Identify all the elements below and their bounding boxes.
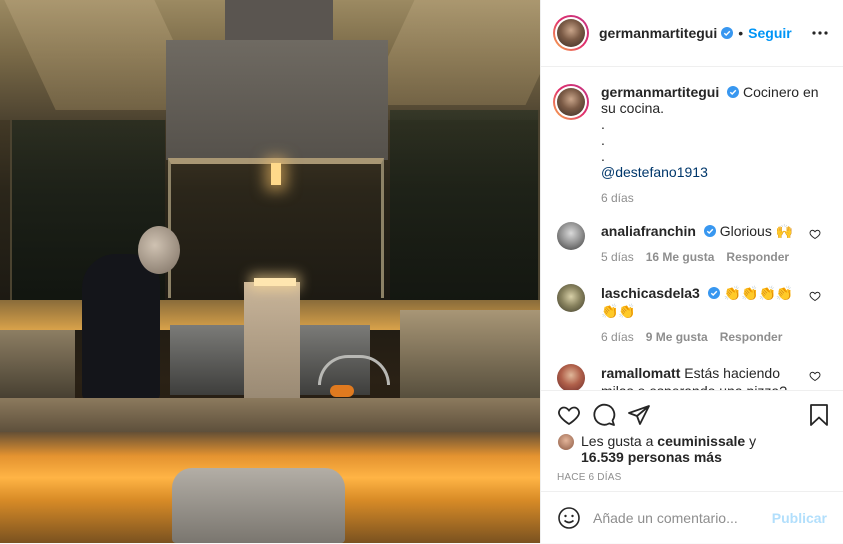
comment-text: Glorious 🙌	[719, 223, 794, 239]
save-bookmark-icon[interactable]	[807, 403, 831, 427]
instagram-post: germanmartitegui • Seguir germanmartiteg…	[0, 0, 843, 543]
author-avatar[interactable]	[553, 15, 589, 51]
like-comment-heart-icon[interactable]	[809, 290, 821, 302]
liker-username[interactable]: ceuminissale	[657, 433, 745, 449]
comment-likes[interactable]: 9 Me gusta	[646, 328, 708, 346]
hood-light	[271, 163, 281, 185]
comment-meta: 5 días 16 Me gusta Responder	[601, 248, 806, 266]
comment-input[interactable]	[593, 510, 763, 526]
commenter-avatar[interactable]	[557, 364, 585, 390]
post-sidebar: germanmartitegui • Seguir germanmartiteg…	[540, 0, 843, 543]
caption-dot: .	[601, 116, 605, 132]
glass-wall-right	[390, 110, 540, 310]
comments-list[interactable]: germanmartitegui Cocinero en su cocina. …	[541, 68, 843, 390]
profile-avatar-icon	[557, 19, 585, 47]
comment: laschicasdela3 👏👏👏👏👏👏 6 días 9 Me gusta …	[557, 284, 831, 346]
caption: germanmartitegui Cocinero en su cocina. …	[553, 84, 831, 206]
separator-dot: •	[738, 25, 744, 41]
likes-prefix: Les gusta a	[581, 433, 654, 449]
comment-bubble-icon[interactable]	[592, 403, 616, 427]
oranges	[330, 385, 354, 397]
verified-badge-icon	[727, 86, 740, 98]
comment-likes[interactable]: 16 Me gusta	[646, 248, 715, 266]
post-timestamp[interactable]: HACE 6 DÍAS	[557, 472, 621, 483]
chef-head	[138, 226, 180, 274]
stool	[172, 468, 345, 543]
likes-joiner: y	[749, 433, 757, 449]
caption-text-line2: su cocina.	[601, 100, 665, 116]
caption-text: Cocinero en	[743, 84, 819, 100]
post-actions: Les gusta a ceuminissale y 16.539 person…	[541, 390, 843, 543]
comment-username[interactable]: ramallomatt	[601, 365, 680, 381]
like-comment-heart-icon[interactable]	[809, 370, 821, 382]
post-photo[interactable]	[0, 0, 540, 543]
verified-badge-icon	[703, 225, 716, 237]
comment: ramallomatt Estás haciendo milas o esper…	[557, 364, 831, 390]
post-header: germanmartitegui • Seguir	[541, 0, 843, 67]
comment-time[interactable]: 6 días	[601, 328, 634, 346]
like-heart-icon[interactable]	[557, 403, 581, 427]
liker-avatar[interactable]	[557, 433, 575, 451]
caption-time[interactable]: 6 días	[601, 190, 831, 206]
more-options-icon[interactable]	[811, 24, 829, 42]
verified-badge-icon	[707, 287, 720, 299]
caption-author-avatar[interactable]	[553, 84, 589, 120]
like-comment-heart-icon[interactable]	[809, 228, 821, 240]
caption-dot: .	[601, 132, 605, 148]
author-username[interactable]: germanmartitegui	[599, 25, 717, 41]
profile-avatar-icon	[557, 88, 585, 116]
comment-meta: 6 días 9 Me gusta Responder	[601, 328, 806, 346]
side-counter-right	[400, 310, 540, 410]
follow-button[interactable]: Seguir	[748, 25, 792, 41]
publish-button[interactable]: Publicar	[772, 510, 827, 526]
comment: analiafranchin Glorious 🙌 5 días 16 Me g…	[557, 222, 831, 266]
caption-mention[interactable]: @destefano1913	[601, 164, 831, 180]
extractor-hood	[166, 40, 388, 160]
verified-badge-icon	[721, 27, 734, 39]
caption-username[interactable]: germanmartitegui	[601, 84, 719, 100]
hood-duct	[225, 0, 333, 42]
island-countertop	[0, 398, 540, 432]
comment-time[interactable]: 5 días	[601, 248, 634, 266]
pillar	[244, 282, 300, 398]
emoji-smiley-icon[interactable]	[557, 506, 581, 530]
reply-button[interactable]: Responder	[720, 328, 783, 346]
chef-figure	[82, 254, 160, 400]
likes-count[interactable]: 16.539 personas más	[581, 449, 781, 465]
commenter-avatar[interactable]	[557, 284, 585, 312]
add-comment-bar: Publicar	[541, 491, 843, 544]
commenter-avatar[interactable]	[557, 222, 585, 250]
share-paper-plane-icon[interactable]	[627, 403, 651, 427]
comment-username[interactable]: laschicasdela3	[601, 285, 700, 301]
likes-summary: Les gusta a ceuminissale y 16.539 person…	[557, 433, 781, 465]
comment-username[interactable]: analiafranchin	[601, 223, 696, 239]
caption-dot: .	[601, 148, 605, 164]
reply-button[interactable]: Responder	[726, 248, 789, 266]
pillar-light	[254, 278, 296, 286]
